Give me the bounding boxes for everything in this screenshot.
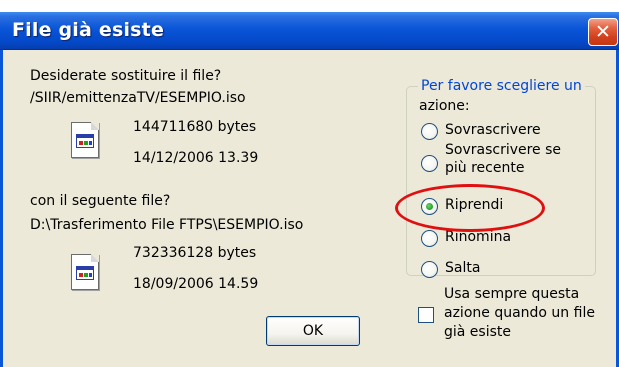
always-use-label-line1[interactable]: Usa sempre questa: [444, 286, 579, 302]
existing-file-path: /SIIR/emittenzaTV/ESEMPIO.iso: [30, 90, 246, 106]
ok-button-label: OK: [302, 323, 324, 339]
top-strip: [0, 0, 619, 12]
action-group-title: Per favore scegliere un: [418, 78, 585, 94]
existing-file-date: 14/12/2006 13.39: [133, 150, 259, 166]
title-bar[interactable]: File già esiste ✕: [0, 12, 619, 50]
overwrite-radio[interactable]: [421, 123, 438, 140]
existing-file-size: 144711680 bytes: [133, 119, 257, 135]
close-icon: ✕: [595, 21, 611, 43]
new-file-date: 18/09/2006 14.59: [133, 276, 259, 292]
file-exists-dialog: File già esiste ✕ Desiderate sostituire …: [0, 12, 619, 367]
new-file-icon: [71, 254, 99, 290]
with-file-label: con il seguente file?: [30, 193, 171, 209]
skip-label[interactable]: Salta: [445, 260, 480, 276]
overwrite-label[interactable]: Sovrascrivere: [445, 122, 541, 138]
overwrite-newer-label-line1[interactable]: Sovrascrivere se: [445, 142, 561, 158]
dialog-body: Desiderate sostituire il file? /SIIR/emi…: [0, 50, 619, 367]
new-file-size: 732336128 bytes: [133, 245, 257, 261]
action-group: [406, 86, 596, 276]
action-group-title-line2: azione:: [419, 98, 470, 114]
always-use-label-line2[interactable]: azione quando un file: [444, 305, 595, 321]
ok-button[interactable]: OK: [266, 316, 360, 346]
skip-radio[interactable]: [421, 261, 438, 278]
always-use-label-line3[interactable]: già esiste: [444, 324, 511, 340]
replace-question: Desiderate sostituire il file?: [30, 68, 222, 84]
annotation-highlight: [395, 184, 545, 232]
close-button[interactable]: ✕: [588, 18, 618, 46]
rename-radio[interactable]: [421, 230, 438, 247]
always-use-checkbox[interactable]: [418, 307, 434, 323]
overwrite-newer-radio[interactable]: [421, 155, 438, 172]
overwrite-newer-label-line2[interactable]: più recente: [445, 160, 524, 176]
action-group-title-line1: Per favore scegliere un: [421, 78, 582, 94]
dialog-title: File già esiste: [12, 19, 165, 41]
existing-file-icon: [71, 122, 99, 158]
new-file-path: D:\Trasferimento File FTPS\ESEMPIO.iso: [30, 217, 304, 233]
